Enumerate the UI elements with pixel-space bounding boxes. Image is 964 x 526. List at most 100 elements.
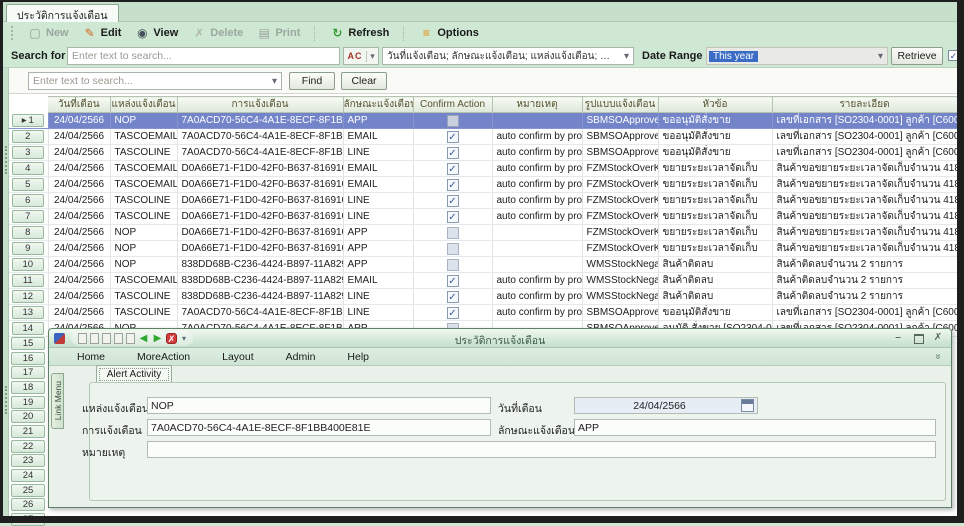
menu-home[interactable]: Home [77, 351, 105, 363]
confirm-checkbox[interactable] [447, 227, 459, 239]
close-button[interactable] [931, 332, 945, 344]
table-row[interactable]: 424/04/2566TASCOEMAILD0A66E71-F1D0-42F0-… [8, 161, 957, 177]
table-row[interactable]: 624/04/2566TASCOLINED0A66E71-F1D0-42F0-B… [8, 193, 957, 209]
row-number-button[interactable]: 2 [12, 130, 44, 143]
retrieve-button[interactable]: Retrieve [891, 47, 943, 65]
confirm-checkbox[interactable] [447, 147, 459, 159]
row-number-cell[interactable]: 14 [8, 321, 48, 337]
source-field[interactable] [147, 397, 491, 414]
confirm-checkbox[interactable] [447, 211, 459, 223]
row-number-button[interactable]: 4 [12, 162, 44, 175]
note-field[interactable] [147, 441, 936, 458]
confirm-checkbox[interactable] [447, 307, 459, 319]
chevron-down-icon[interactable] [268, 76, 281, 87]
row-number-button[interactable]: 5 [12, 178, 44, 191]
chevron-down-icon[interactable] [874, 51, 887, 62]
row-number-cell[interactable]: 11 [8, 273, 48, 289]
maximize-button[interactable] [911, 332, 925, 344]
calendar-icon[interactable] [741, 399, 754, 412]
table-row[interactable]: 1224/04/2566TASCOLINE838DD68B-C236-4424-… [8, 289, 957, 305]
find-button[interactable]: Find [289, 72, 335, 90]
row-number-cell[interactable]: 3 [8, 145, 48, 161]
table-row[interactable]: 224/04/2566TASCOEMAIL7A0ACD70-56C4-4A1E-… [8, 129, 957, 145]
minimize-button[interactable] [891, 332, 905, 344]
dialog-title-bar[interactable]: ประวัติการแจ้งเตือน [49, 329, 951, 348]
link-menu-tab[interactable]: Link Menu [51, 373, 64, 429]
row-number-button[interactable]: 7 [12, 210, 44, 223]
left-splitter[interactable] [3, 68, 9, 516]
view-button[interactable]: View [135, 27, 178, 39]
row-number-button[interactable]: 13 [12, 306, 44, 319]
row-number-button[interactable]: 6 [12, 194, 44, 207]
clear-button[interactable]: Clear [341, 72, 387, 90]
menu-help[interactable]: Help [347, 351, 369, 363]
chevron-down-icon[interactable] [620, 51, 633, 62]
table-row[interactable]: 324/04/2566TASCOLINE7A0ACD70-56C4-4A1E-8… [8, 145, 957, 161]
row-number-cell[interactable]: 9 [8, 241, 48, 257]
ribbon-collapse-icon[interactable] [933, 354, 944, 360]
row-number-cell[interactable]: ▸1 [8, 113, 48, 129]
row-number-button[interactable]: 18 [11, 381, 45, 394]
confirm-checkbox[interactable] [447, 131, 459, 143]
column-header-5[interactable]: หมายเหตุ [492, 97, 582, 113]
row-number-button[interactable]: 10 [12, 258, 44, 271]
row-number-button[interactable]: 19 [11, 396, 45, 409]
find-combo[interactable] [28, 72, 282, 90]
menu-moreaction[interactable]: MoreAction [137, 351, 190, 363]
confirm-checkbox[interactable] [447, 291, 459, 303]
type-field[interactable] [574, 419, 936, 436]
menu-layout[interactable]: Layout [222, 351, 254, 363]
row-number-cell[interactable]: 12 [8, 289, 48, 305]
row-number-cell[interactable]: 10 [8, 257, 48, 273]
options-button[interactable]: Options [419, 27, 479, 39]
row-number-button[interactable]: 22 [11, 440, 45, 453]
row-number-button[interactable]: 3 [12, 146, 44, 159]
notification-field[interactable] [147, 419, 491, 436]
match-case-button[interactable]: AC [343, 47, 379, 65]
row-number-cell[interactable]: 5 [8, 177, 48, 193]
table-row[interactable]: 924/04/2566NOPD0A66E71-F1D0-42F0-B637-81… [8, 241, 957, 257]
row-number-button[interactable]: 9 [12, 242, 44, 255]
row-number-cell[interactable]: 13 [8, 305, 48, 321]
confirm-checkbox[interactable] [447, 259, 459, 271]
table-row[interactable]: 1024/04/2566NOP838DD68B-C236-4424-B897-1… [8, 257, 957, 273]
row-number-cell[interactable]: 8 [8, 225, 48, 241]
row-number-button[interactable]: 25 [11, 484, 45, 497]
search-input[interactable] [67, 47, 340, 65]
row-number-button[interactable]: 12 [12, 290, 44, 303]
row-number-button[interactable]: 23 [11, 454, 45, 467]
table-row[interactable]: 1324/04/2566TASCOLINE7A0ACD70-56C4-4A1E-… [8, 305, 957, 321]
confirm-checkbox[interactable] [447, 163, 459, 175]
column-header-0[interactable]: วันที่เตือน [48, 97, 110, 113]
table-row[interactable]: 724/04/2566TASCOLINED0A66E71-F1D0-42F0-B… [8, 209, 957, 225]
row-number-button[interactable]: 24 [11, 469, 45, 482]
all-checkbox[interactable] [948, 50, 959, 61]
row-number-button[interactable]: 16 [11, 352, 45, 365]
column-header-1[interactable]: แหล่งแจ้งเตือน [110, 97, 177, 113]
table-row[interactable]: ▸124/04/2566NOP7A0ACD70-56C4-4A1E-8ECF-8… [8, 113, 957, 129]
row-number-button[interactable]: 21 [11, 425, 45, 438]
row-number-button[interactable]: 15 [11, 337, 45, 350]
table-row[interactable]: 1124/04/2566TASCOEMAIL838DD68B-C236-4424… [8, 273, 957, 289]
tab-notification-history[interactable]: ประวัติการแจ้งเตือน [6, 4, 119, 22]
confirm-checkbox[interactable] [447, 243, 459, 255]
row-number-button[interactable]: ▸1 [12, 114, 44, 127]
row-number-cell[interactable]: 7 [8, 209, 48, 225]
refresh-button[interactable]: Refresh [330, 27, 389, 39]
row-number-button[interactable]: 26 [11, 498, 45, 511]
confirm-checkbox[interactable] [447, 195, 459, 207]
row-number-button[interactable]: 11 [12, 274, 44, 287]
row-number-button[interactable]: 27 [11, 513, 45, 526]
column-header-7[interactable]: หัวข้อ [658, 97, 772, 113]
row-number-button[interactable]: 20 [11, 410, 45, 423]
confirm-checkbox[interactable] [447, 115, 459, 127]
row-number-cell[interactable]: 2 [8, 129, 48, 145]
tab-alert-activity[interactable]: Alert Activity [96, 365, 172, 383]
confirm-checkbox[interactable] [447, 275, 459, 287]
date-field[interactable] [574, 397, 758, 414]
column-header-3[interactable]: ลักษณะแจ้งเตือน [343, 97, 413, 113]
column-header-8[interactable]: รายละเอียด [772, 97, 957, 113]
edit-button[interactable]: Edit [83, 27, 122, 39]
table-row[interactable]: 824/04/2566NOPD0A66E71-F1D0-42F0-B637-81… [8, 225, 957, 241]
row-number-cell[interactable]: 4 [8, 161, 48, 177]
